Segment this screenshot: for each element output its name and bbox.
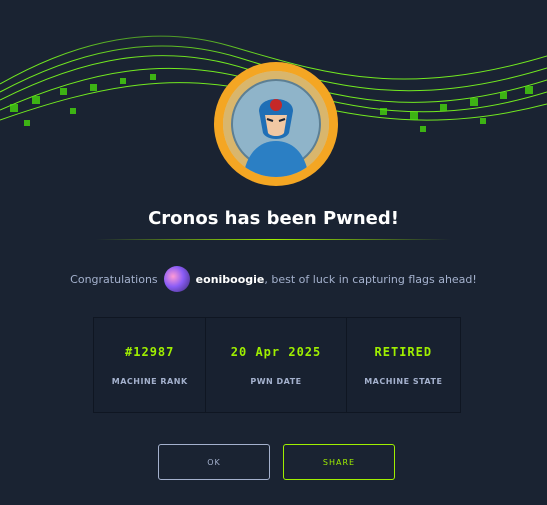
congrats-suffix: , best of luck in capturing flags ahead! [264,272,477,286]
stat-value: RETIRED [374,344,433,359]
stat-machine-rank: #12987 MACHINE RANK [94,318,207,412]
stats-panel: #12987 MACHINE RANK 20 Apr 2025 PWN DATE… [93,317,461,413]
cronos-avatar-icon [223,71,329,177]
stat-label: MACHINE RANK [111,376,188,386]
machine-avatar [214,62,338,186]
stat-pwn-date: 20 Apr 2025 PWN DATE [206,318,347,412]
ok-button[interactable]: OK [158,444,270,480]
stat-label: PWN DATE [250,376,302,386]
congratulations-message: Congratulations eoniboogie , best of luc… [0,265,547,293]
user-avatar [163,266,190,292]
stat-value: #12987 [125,344,175,359]
stat-value: 20 Apr 2025 [230,344,322,359]
share-button[interactable]: SHARE [283,444,395,480]
stat-machine-state: RETIRED MACHINE STATE [347,318,460,412]
page-title: Cronos has been Pwned! [148,208,399,229]
congrats-prefix: Congratulations [70,272,158,286]
title-divider [96,239,451,240]
username[interactable]: eoniboogie [196,273,265,286]
stat-label: MACHINE STATE [364,376,443,386]
